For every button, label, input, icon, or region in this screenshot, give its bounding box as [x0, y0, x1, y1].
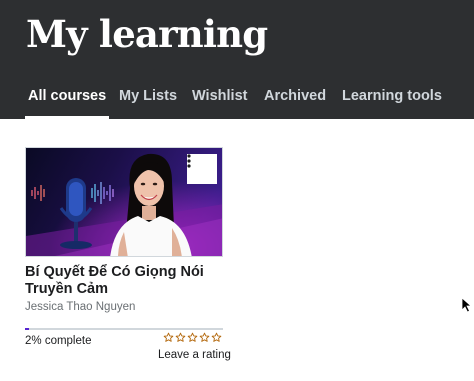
- tab-bar: All courses My Lists Wishlist Archived L…: [0, 88, 474, 119]
- star-outline-icon[interactable]: [163, 332, 174, 343]
- star-outline-icon[interactable]: [175, 332, 186, 343]
- star-outline-icon[interactable]: [211, 332, 222, 343]
- tab-my-lists[interactable]: My Lists: [119, 88, 177, 119]
- course-progress-bar: [25, 328, 223, 330]
- page-title: My learning: [26, 12, 268, 56]
- course-progress-fill: [25, 328, 29, 330]
- page-header: My learning All courses My Lists Wishlis…: [0, 0, 474, 119]
- rating-stars[interactable]: [163, 332, 222, 343]
- tab-learning-tools[interactable]: Learning tools: [342, 88, 442, 119]
- kebab-menu-icon: [187, 154, 191, 168]
- course-instructor: Jessica Thao Nguyen: [25, 301, 136, 313]
- tab-archived[interactable]: Archived: [264, 88, 326, 119]
- tab-wishlist[interactable]: Wishlist: [192, 88, 247, 119]
- course-options-button[interactable]: [187, 154, 217, 184]
- leave-rating-link[interactable]: Leave a rating: [158, 349, 231, 361]
- course-title[interactable]: Bí Quyết Để Có Giọng Nói Truyền Cảm: [25, 264, 223, 298]
- course-thumbnail[interactable]: [25, 147, 223, 257]
- tab-all-courses[interactable]: All courses: [24, 88, 110, 119]
- star-outline-icon[interactable]: [199, 332, 210, 343]
- star-outline-icon[interactable]: [187, 332, 198, 343]
- mouse-cursor-icon: [461, 297, 472, 313]
- course-progress-label: 2% complete: [25, 335, 92, 347]
